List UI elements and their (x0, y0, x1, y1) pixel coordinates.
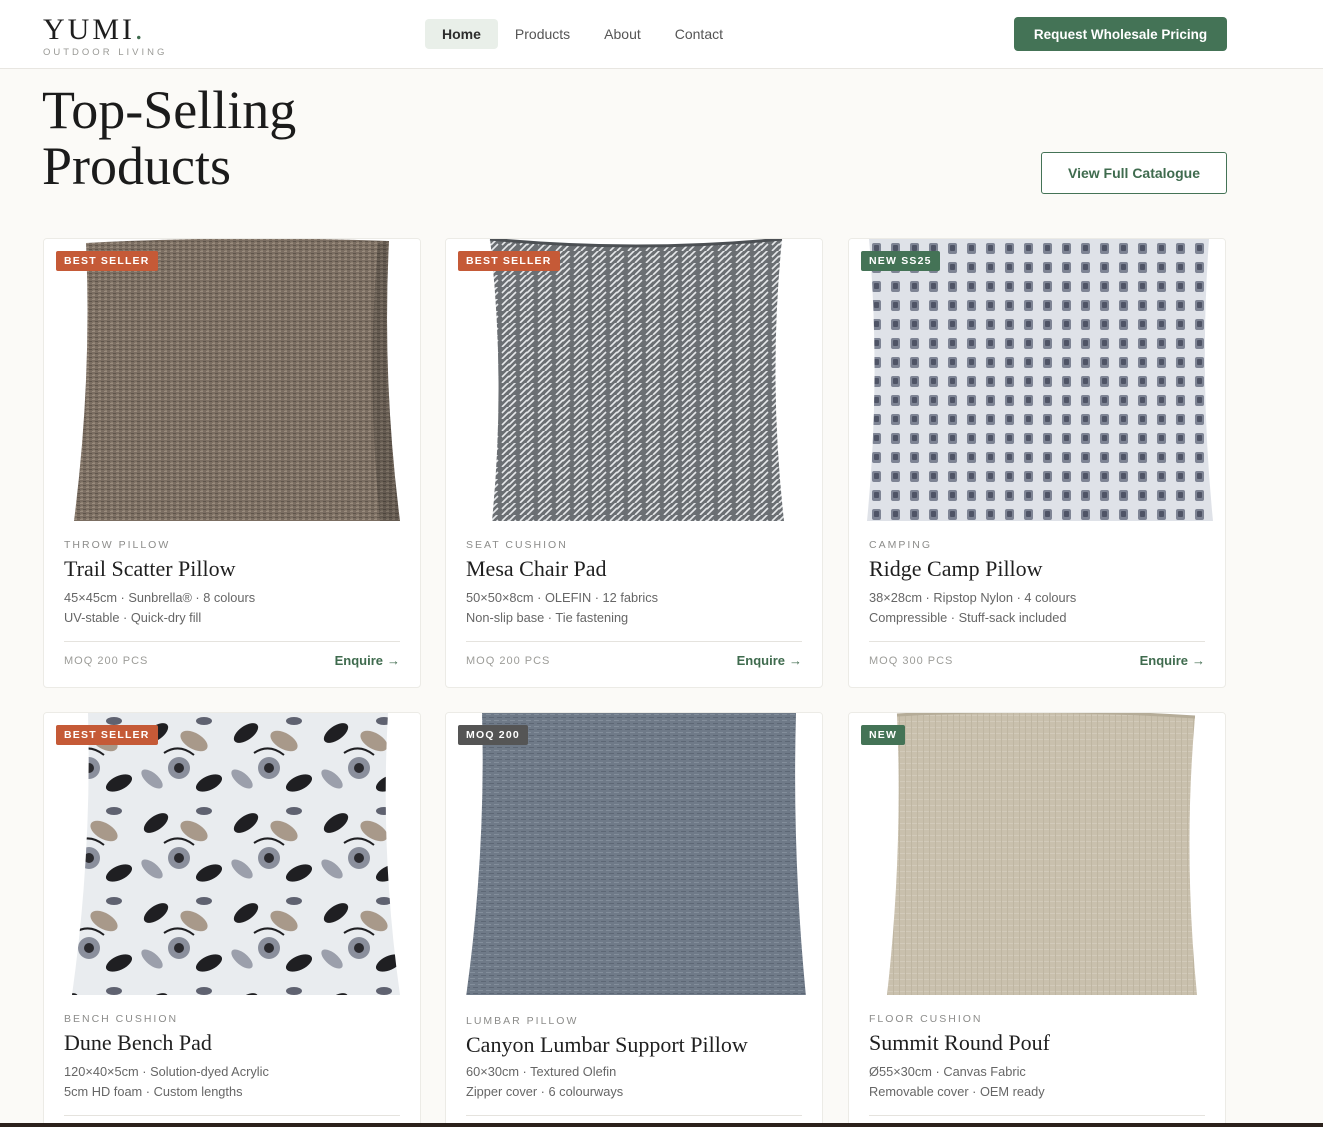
product-category: LUMBAR PILLOW (466, 1015, 579, 1027)
product-name[interactable]: Ridge Camp Pillow (869, 556, 1043, 582)
logo[interactable]: YUMI. OUTDOOR LIVING (43, 13, 168, 59)
product-card[interactable]: BEST SELLER BENCH CUSHION Dune Bench Pad… (43, 712, 421, 1127)
product-spec-line1: 50×50×8cm · OLEFIN · 12 fabrics (466, 590, 659, 605)
view-full-catalogue-button[interactable]: View Full Catalogue (1041, 152, 1227, 194)
request-wholesale-pricing-button[interactable]: Request Wholesale Pricing (1014, 17, 1227, 51)
product-category: SEAT CUSHION (466, 539, 568, 551)
product-image[interactable]: NEW (849, 713, 1225, 995)
enquire-label: Enquire (1139, 653, 1188, 668)
product-spec-line1: 45×45cm · Sunbrella® · 8 colours (64, 590, 256, 605)
arrow-right-icon: → (387, 653, 400, 668)
product-card[interactable]: NEW FLOOR CUSHION Summit Round Pouf Ø55×… (848, 712, 1226, 1127)
status-badge: MOQ 200 (458, 725, 528, 745)
product-name[interactable]: Mesa Chair Pad (466, 556, 607, 582)
product-category: BENCH CUSHION (64, 1013, 179, 1025)
product-category: CAMPING (869, 539, 933, 551)
nav-about[interactable]: About (587, 19, 658, 49)
arrow-right-icon: → (789, 653, 802, 668)
divider (869, 641, 1205, 642)
divider (466, 1115, 802, 1116)
product-spec-line1: 60×30cm · Textured Olefin (466, 1064, 617, 1079)
status-badge: NEW SS25 (861, 251, 940, 271)
arrow-right-icon: → (1192, 653, 1205, 668)
nav-contact[interactable]: Contact (658, 19, 740, 49)
moq-label: MOQ 300 PCS (869, 655, 954, 667)
product-name[interactable]: Summit Round Pouf (869, 1030, 1050, 1056)
product-spec-line1: 120×40×5cm · Solution-dyed Acrylic (64, 1064, 269, 1079)
status-badge: BEST SELLER (56, 251, 158, 271)
divider (869, 1115, 1205, 1116)
logo-dot: . (135, 13, 146, 46)
status-badge: BEST SELLER (56, 725, 158, 745)
logo-name: YUMI (43, 13, 135, 46)
product-card[interactable]: NEW SS25 CAMPING Ridge Camp Pillow 38×28… (848, 238, 1226, 688)
product-name[interactable]: Dune Bench Pad (64, 1030, 212, 1056)
product-spec-line2: 5cm HD foam · Custom lengths (64, 1084, 243, 1099)
status-badge: NEW (861, 725, 906, 745)
page-title-line2: Products (42, 136, 231, 196)
product-card[interactable]: MOQ 200 LUMBAR PILLOW Canyon Lumbar Supp… (445, 712, 823, 1127)
product-category: THROW PILLOW (64, 539, 171, 551)
product-name[interactable]: Canyon Lumbar Support Pillow (466, 1032, 748, 1058)
site-header: YUMI. OUTDOOR LIVING Home Products About… (0, 0, 1323, 69)
product-card[interactable]: BEST SELLER SEAT CUSHION Mesa Chair Pad … (445, 238, 823, 688)
product-spec-line2: Non-slip base · Tie fastening (466, 610, 629, 625)
footer-edge (0, 1123, 1323, 1127)
product-image[interactable]: BEST SELLER (44, 713, 420, 995)
product-spec-line2: Zipper cover · 6 colourways (466, 1084, 624, 1099)
product-spec-line2: UV-stable · Quick-dry fill (64, 610, 202, 625)
product-spec-line2: Compressible · Stuff-sack included (869, 610, 1067, 625)
divider (466, 641, 802, 642)
main-nav: Home Products About Contact (425, 19, 740, 49)
nav-products[interactable]: Products (498, 19, 587, 49)
product-image[interactable]: BEST SELLER (446, 239, 822, 521)
divider (64, 641, 400, 642)
product-card[interactable]: BEST SELLER THROW PILLOW Trail Scatter P… (43, 238, 421, 688)
nav-home[interactable]: Home (425, 19, 498, 49)
product-category: FLOOR CUSHION (869, 1013, 983, 1025)
enquire-label: Enquire (736, 653, 785, 668)
product-spec-line1: 38×28cm · Ripstop Nylon · 4 colours (869, 590, 1077, 605)
product-name[interactable]: Trail Scatter Pillow (64, 556, 236, 582)
enquire-link[interactable]: Enquire → (737, 653, 802, 668)
status-badge: BEST SELLER (458, 251, 560, 271)
product-spec-line1: Ø55×30cm · Canvas Fabric (869, 1064, 1026, 1079)
product-spec-line2: Removable cover · OEM ready (869, 1084, 1045, 1099)
product-image[interactable]: BEST SELLER (44, 239, 420, 521)
product-image[interactable]: NEW SS25 (849, 239, 1225, 521)
enquire-label: Enquire (334, 653, 383, 668)
moq-label: MOQ 200 PCS (466, 655, 551, 667)
logo-tagline: OUTDOOR LIVING (43, 47, 168, 58)
page-title: Top-Selling Products (42, 82, 442, 194)
moq-label: MOQ 200 PCS (64, 655, 149, 667)
page-title-line1: Top-Selling (42, 80, 297, 140)
divider (64, 1115, 400, 1116)
enquire-link[interactable]: Enquire → (1140, 653, 1205, 668)
enquire-link[interactable]: Enquire → (335, 653, 400, 668)
product-image[interactable]: MOQ 200 (446, 713, 822, 995)
